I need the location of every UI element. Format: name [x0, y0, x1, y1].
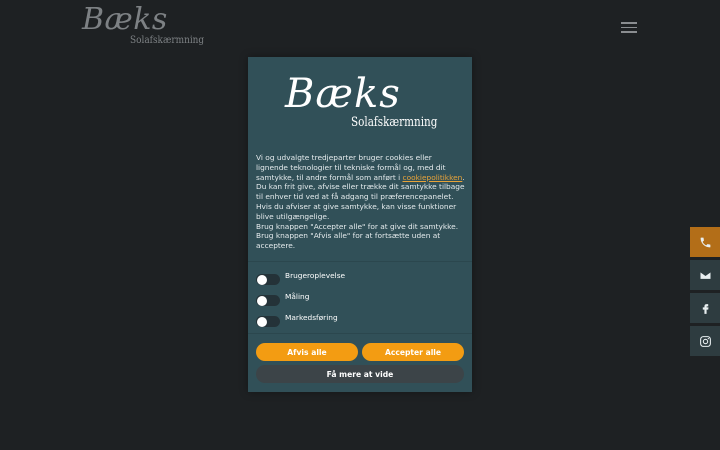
facebook-icon: [702, 303, 708, 314]
consent-toggles: Brugeroplevelse Måling Markedsføring: [256, 269, 345, 332]
divider: [248, 333, 472, 334]
mail-icon: [699, 270, 711, 280]
accept-all-button[interactable]: Accepter alle: [362, 343, 464, 361]
instagram-button[interactable]: [690, 326, 720, 356]
cookie-policy-link[interactable]: cookiepolitikken: [403, 173, 463, 182]
cookie-consent-dialog: Bæks Solafskærmning Vi og udvalgte tredj…: [248, 57, 472, 392]
toggle-label: Brugeroplevelse: [285, 271, 346, 280]
marketing-toggle[interactable]: [256, 316, 280, 327]
consent-text-1b: .: [462, 172, 465, 182]
consent-logo-subtitle: Solafskærmning: [351, 115, 438, 130]
logo-script-text: Bæks: [82, 2, 168, 37]
divider: [248, 261, 472, 262]
facebook-button[interactable]: [690, 293, 720, 323]
toggle-label: Måling: [285, 292, 310, 301]
instagram-icon: [699, 335, 711, 347]
measurement-toggle[interactable]: [256, 295, 280, 306]
hamburger-menu-icon[interactable]: [621, 22, 637, 33]
mail-button[interactable]: [690, 260, 720, 290]
consent-paragraph-1: Vi og udvalgte tredjeparter bruger cooki…: [256, 153, 466, 182]
consent-paragraph-3: Brug knappen "Accepter alle" for at give…: [256, 221, 459, 251]
site-logo[interactable]: Bæks Solafskærmning: [82, 2, 204, 50]
consent-logo: Bæks Solafskærmning: [285, 72, 445, 142]
reject-all-button[interactable]: Afvis alle: [256, 343, 358, 361]
phone-icon: [700, 237, 710, 247]
user-experience-toggle[interactable]: [256, 274, 280, 285]
consent-description: Vi og udvalgte tredjeparter bruger cooki…: [256, 153, 466, 251]
learn-more-button[interactable]: Få mere at vide: [256, 365, 464, 383]
consent-logo-script: Bæks: [285, 71, 401, 117]
toggle-knob: [257, 295, 267, 306]
logo-subtitle-text: Solafskærmning: [130, 34, 205, 46]
toggle-knob: [257, 274, 267, 285]
toggle-row-marketing[interactable]: Markedsføring: [256, 311, 345, 332]
toggle-label: Markedsføring: [285, 313, 338, 322]
social-sidebar: [690, 227, 720, 359]
toggle-knob: [257, 316, 267, 327]
toggle-row-user-experience[interactable]: Brugeroplevelse: [256, 269, 345, 290]
consent-paragraph-2: Du kan frit give, afvise eller trække di…: [256, 182, 465, 221]
phone-button[interactable]: [690, 227, 720, 257]
toggle-row-measurement[interactable]: Måling: [256, 290, 345, 311]
